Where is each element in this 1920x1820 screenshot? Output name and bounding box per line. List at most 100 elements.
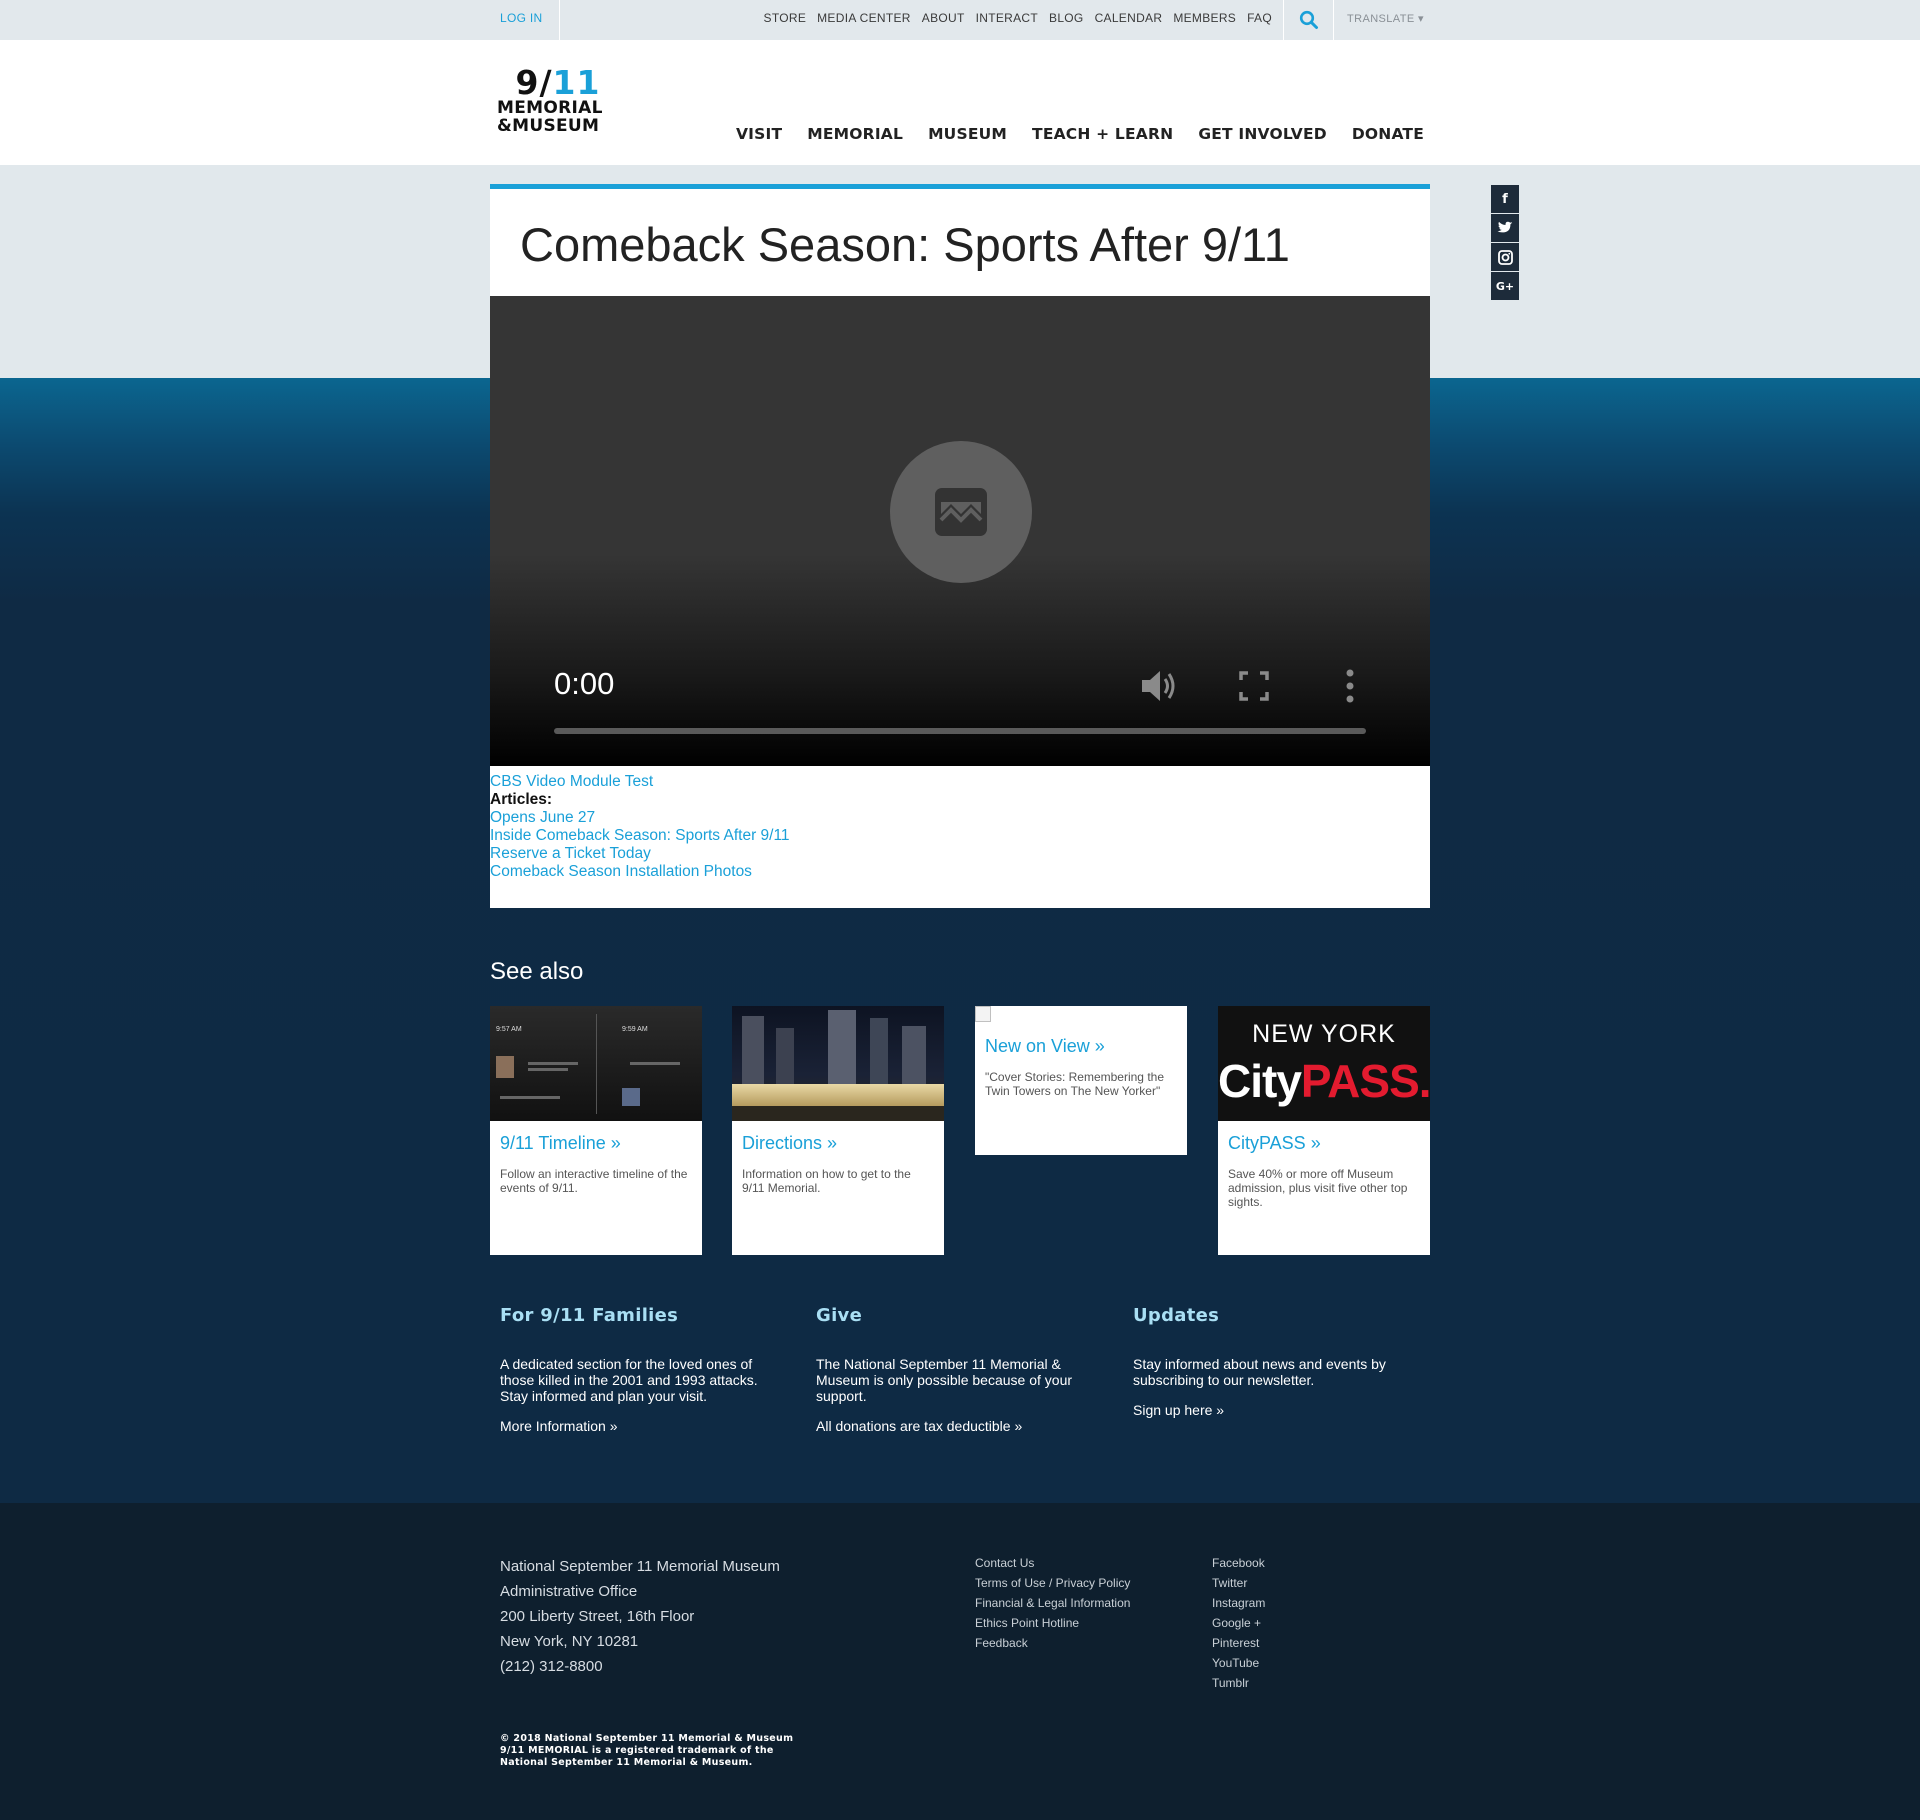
twitter-icon[interactable] — [1491, 214, 1519, 242]
page-title: Comeback Season: Sports After 9/11 — [520, 218, 1290, 271]
instagram-icon[interactable] — [1491, 243, 1519, 271]
login-link[interactable]: LOG IN — [500, 11, 542, 25]
footer-link-ethics[interactable]: Ethics Point Hotline — [975, 1613, 1130, 1633]
copyright: © 2018 National September 11 Memorial & … — [500, 1733, 793, 1769]
divider — [559, 0, 560, 40]
utility-bar: LOG IN STORE MEDIA CENTER ABOUT INTERACT… — [0, 0, 1920, 40]
see-also-card-directions[interactable]: Directions » Information on how to get t… — [732, 1006, 944, 1255]
google-plus-icon[interactable]: G+ — [1491, 272, 1519, 300]
column-text: The National September 11 Memorial & Mus… — [816, 1356, 1073, 1404]
footer-links: Contact Us Terms of Use / Privacy Policy… — [975, 1553, 1130, 1653]
address-line: Administrative Office — [500, 1583, 638, 1600]
video-module-link[interactable]: CBS Video Module Test — [490, 773, 790, 791]
citypass-thumbnail: NEW YORK CityPASS. — [1218, 1006, 1430, 1121]
tile-description: Information on how to get to the 9/11 Me… — [742, 1167, 911, 1195]
phone-number: (212) 312-8800 — [500, 1658, 603, 1675]
utility-link-interact[interactable]: INTERACT — [976, 11, 1038, 25]
citypass-logo-line: NEW YORK — [1252, 1020, 1396, 1048]
families-column: For 9/11 Families A dedicated section fo… — [500, 1305, 770, 1434]
footer-link-contact[interactable]: Contact Us — [975, 1553, 1130, 1573]
footer-link-facebook[interactable]: Facebook — [1212, 1553, 1265, 1573]
broken-image-icon — [975, 1006, 991, 1022]
translate-dropdown[interactable]: TRANSLATE ▾ — [1347, 12, 1424, 25]
see-also-card-new-on-view[interactable]: New on View » "Cover Stories: Rememberin… — [975, 1006, 1187, 1155]
article-link[interactable]: Inside Comeback Season: Sports After 9/1… — [490, 827, 790, 845]
column-text: Stay informed about news and events by s… — [1133, 1356, 1386, 1388]
broken-image-icon — [935, 488, 987, 536]
column-title: Give — [816, 1305, 863, 1326]
logo-mark: 9/11 — [515, 63, 601, 102]
utility-link-media-center[interactable]: MEDIA CENTER — [817, 11, 911, 25]
copyright-line: National September 11 Memorial & Museum. — [500, 1757, 753, 1768]
see-also-card-timeline[interactable]: 9:57 AM 9:59 AM 9/11 Timeline » Follow a… — [490, 1006, 702, 1255]
nav-teach-learn[interactable]: TEACH + LEARN — [1032, 125, 1173, 143]
site-logo[interactable]: 9/11 MEMORIAL &MUSEUM — [497, 66, 619, 135]
nav-memorial[interactable]: MEMORIAL — [807, 125, 903, 143]
article-link[interactable]: Reserve a Ticket Today — [490, 845, 790, 863]
nav-museum[interactable]: MUSEUM — [928, 125, 1007, 143]
footer-address: National September 11 Memorial Museum Ad… — [500, 1554, 780, 1679]
directions-thumbnail — [732, 1006, 944, 1121]
footer-link-twitter[interactable]: Twitter — [1212, 1573, 1265, 1593]
tile-description: Follow an interactive timeline of the ev… — [500, 1167, 688, 1195]
site-footer: National September 11 Memorial Museum Ad… — [0, 1503, 1920, 1820]
footer-link-financial[interactable]: Financial & Legal Information — [975, 1593, 1130, 1613]
copyright-line: © 2018 National September 11 Memorial & … — [500, 1733, 794, 1744]
utility-link-about[interactable]: ABOUT — [922, 11, 965, 25]
search-button[interactable] — [1284, 0, 1334, 40]
timeline-thumb-time: 9:57 AM — [496, 1026, 522, 1033]
more-options-icon[interactable] — [1342, 668, 1358, 704]
video-progress-bar[interactable] — [554, 728, 1366, 734]
footer-link-instagram[interactable]: Instagram — [1212, 1593, 1265, 1613]
footer-link-pinterest[interactable]: Pinterest — [1212, 1633, 1265, 1653]
footer-link-google-plus[interactable]: Google + — [1212, 1613, 1265, 1633]
tile-description: Save 40% or more off Museum admission, p… — [1228, 1167, 1408, 1209]
article-link[interactable]: Comeback Season Installation Photos — [490, 863, 790, 881]
tile-title[interactable]: New on View » — [985, 1036, 1177, 1057]
citypass-logo: CityPASS. — [1218, 1055, 1430, 1107]
articles-label: Articles: — [490, 791, 553, 808]
nav-visit[interactable]: VISIT — [736, 125, 782, 143]
main-nav: VISIT MEMORIAL MUSEUM TEACH + LEARN GET … — [736, 125, 1424, 143]
column-text: A dedicated section for the loved ones o… — [500, 1356, 758, 1404]
utility-link-calendar[interactable]: CALENDAR — [1095, 11, 1163, 25]
column-link[interactable]: More Information » — [500, 1418, 770, 1434]
column-title: For 9/11 Families — [500, 1305, 679, 1326]
video-play-button[interactable] — [890, 441, 1032, 583]
footer-link-feedback[interactable]: Feedback — [975, 1633, 1130, 1653]
article-card: Comeback Season: Sports After 9/11 0:00 … — [490, 184, 1430, 908]
utility-link-members[interactable]: MEMBERS — [1173, 11, 1236, 25]
tile-title[interactable]: CityPASS » — [1228, 1133, 1420, 1154]
column-link[interactable]: Sign up here » — [1133, 1402, 1403, 1418]
divider — [1333, 0, 1334, 40]
facebook-icon[interactable]: f — [1491, 185, 1519, 213]
nav-get-involved[interactable]: GET INVOLVED — [1198, 125, 1327, 143]
column-link[interactable]: All donations are tax deductible » — [816, 1418, 1086, 1434]
article-link[interactable]: Opens June 27 — [490, 809, 790, 827]
utility-links: STORE MEDIA CENTER ABOUT INTERACT BLOG C… — [764, 11, 1272, 25]
search-icon — [1299, 10, 1318, 29]
address-line: New York, NY 10281 — [500, 1633, 639, 1650]
see-also-heading: See also — [490, 958, 584, 985]
social-share: f G+ — [1491, 185, 1519, 300]
logo-line-2: &MUSEUM — [497, 116, 600, 136]
column-title: Updates — [1133, 1305, 1220, 1326]
footer-social-links: Facebook Twitter Instagram Google + Pint… — [1212, 1553, 1265, 1693]
tile-title[interactable]: Directions » — [742, 1133, 934, 1154]
volume-icon[interactable] — [1138, 668, 1178, 704]
footer-link-youtube[interactable]: YouTube — [1212, 1653, 1265, 1673]
footer-link-terms[interactable]: Terms of Use / Privacy Policy — [975, 1573, 1130, 1593]
utility-link-store[interactable]: STORE — [764, 11, 807, 25]
see-also-card-citypass[interactable]: NEW YORK CityPASS. CityPASS » Save 40% o… — [1218, 1006, 1430, 1255]
address-line: National September 11 Memorial Museum — [500, 1558, 780, 1575]
updates-column: Updates Stay informed about news and eve… — [1133, 1305, 1403, 1418]
footer-link-tumblr[interactable]: Tumblr — [1212, 1673, 1265, 1693]
nav-donate[interactable]: DONATE — [1352, 125, 1424, 143]
tile-title[interactable]: 9/11 Timeline » — [500, 1133, 692, 1154]
utility-link-faq[interactable]: FAQ — [1247, 11, 1272, 25]
video-player[interactable]: 0:00 — [490, 296, 1430, 766]
give-column: Give The National September 11 Memorial … — [816, 1305, 1086, 1434]
fullscreen-icon[interactable] — [1238, 668, 1270, 704]
tile-description: "Cover Stories: Remembering the Twin Tow… — [985, 1070, 1164, 1098]
utility-link-blog[interactable]: BLOG — [1049, 11, 1084, 25]
